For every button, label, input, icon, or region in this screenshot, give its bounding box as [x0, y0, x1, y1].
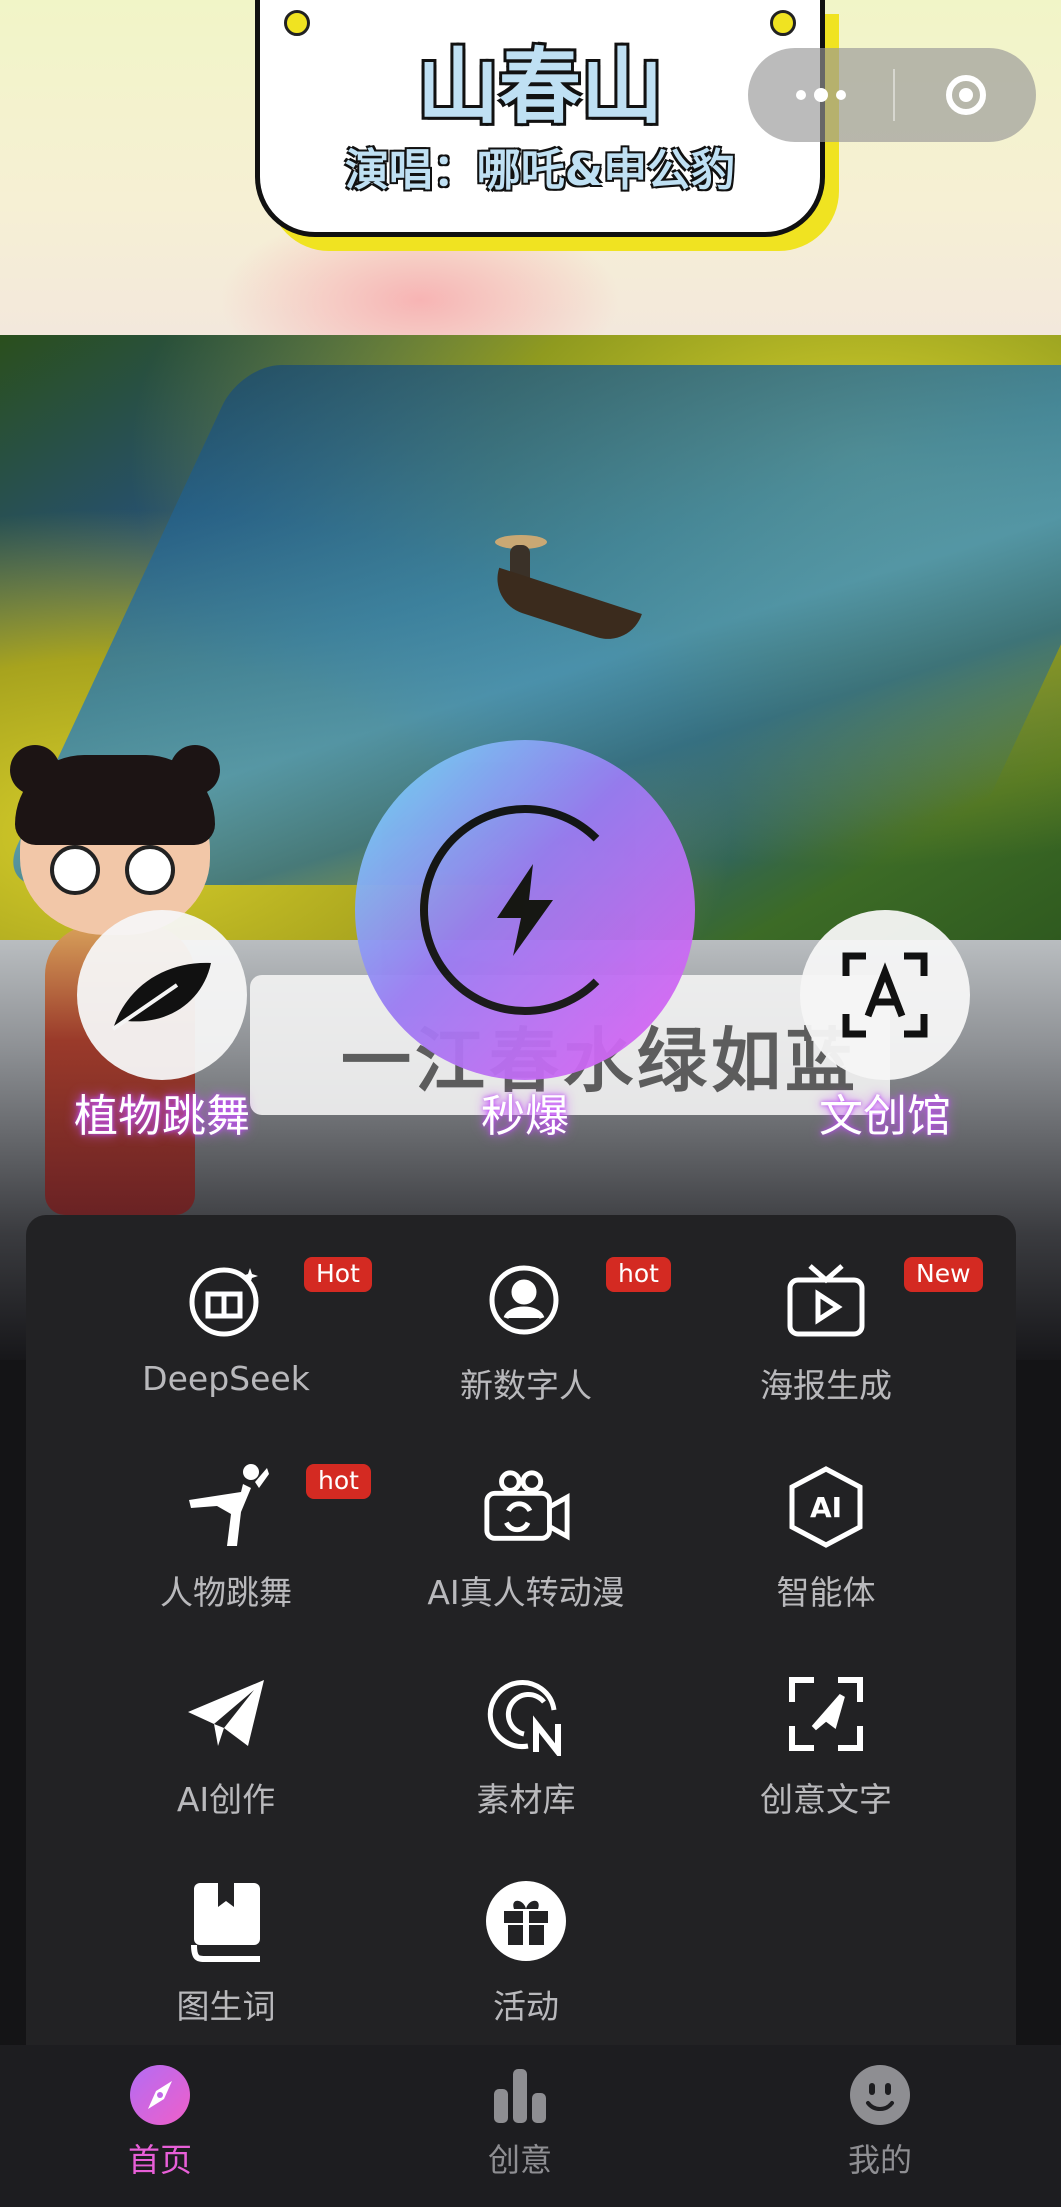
bottom-tab-bar: 首页 创意 我的	[0, 2045, 1061, 2207]
tab-label: 创意	[487, 2141, 552, 2179]
feature-panel: DeepSeek Hot 新数字人 hot 海报生成 New 人物跳舞 hot …	[26, 1215, 1016, 2045]
target-circle-icon	[945, 75, 986, 115]
feature-digital-human[interactable]: 新数字人 hot	[376, 1215, 676, 1415]
tab-mine[interactable]: 我的	[780, 2063, 980, 2181]
feature-label: 人物跳舞	[160, 1573, 292, 1612]
feature-events[interactable]: 活动	[376, 1836, 676, 2036]
feature-character-dance[interactable]: 人物跳舞 hot	[76, 1422, 376, 1622]
feature-label: 活动	[493, 1987, 559, 2026]
quick-action-label: 文创馆	[819, 1091, 951, 1142]
smiley-icon	[848, 2063, 912, 2127]
tab-label: 首页	[127, 2141, 192, 2179]
hot-badge: hot	[606, 1257, 671, 1292]
paper-plane-icon	[181, 1669, 271, 1759]
bar-chart-icon	[488, 2063, 552, 2127]
feature-ai-create[interactable]: AI创作	[76, 1629, 376, 1829]
quick-action-instant[interactable]: 秒爆	[405, 1080, 645, 1144]
feature-label: 海报生成	[760, 1366, 892, 1405]
digital-person-icon	[481, 1255, 571, 1345]
more-button[interactable]	[748, 48, 893, 142]
close-miniprogram-button[interactable]	[895, 48, 1036, 142]
dancer-icon	[181, 1462, 271, 1552]
feature-poster[interactable]: 海报生成 New	[676, 1215, 983, 1415]
book-sparkle-icon	[181, 1255, 271, 1345]
feature-real-to-anime[interactable]: AI真人转动漫	[376, 1422, 676, 1622]
library-n-icon	[481, 1669, 571, 1759]
text-scan-icon	[800, 910, 970, 1080]
hot-badge: Hot	[304, 1257, 372, 1292]
cursor-frame-icon	[781, 1669, 871, 1759]
feature-label: DeepSeek	[142, 1359, 310, 1398]
tab-creative[interactable]: 创意	[420, 2063, 620, 2181]
feature-label: AI真人转动漫	[427, 1573, 625, 1612]
tv-play-icon	[781, 1255, 871, 1345]
lightning-icon	[420, 805, 630, 1015]
song-singers: 演唱：哪吒&申公豹	[344, 145, 736, 196]
instant-boost-button[interactable]	[355, 740, 695, 1080]
feature-label: 素材库	[476, 1780, 576, 1819]
feature-label: 智能体	[776, 1573, 876, 1612]
quick-action-culture-hall[interactable]: 文创馆	[765, 910, 1005, 1144]
feature-label: 创意文字	[760, 1780, 892, 1819]
tab-home[interactable]: 首页	[60, 2063, 260, 2181]
hot-badge: hot	[306, 1464, 371, 1499]
compass-icon	[128, 2063, 192, 2127]
feature-deepseek[interactable]: DeepSeek Hot	[76, 1215, 376, 1415]
feature-label: 新数字人	[460, 1366, 592, 1405]
song-title: 山春山	[416, 40, 663, 135]
book-icon	[181, 1876, 271, 1966]
miniprogram-capsule	[748, 48, 1036, 142]
quick-action-label: 秒爆	[481, 1091, 569, 1142]
camera-convert-icon	[481, 1462, 571, 1552]
song-title-card: 山春山 演唱：哪吒&申公豹	[255, 0, 825, 237]
feature-image-to-words[interactable]: 图生词	[76, 1836, 376, 2036]
tab-label: 我的	[847, 2141, 912, 2179]
feature-label: 图生词	[176, 1987, 276, 2026]
svg-text:AI: AI	[810, 1491, 842, 1524]
new-badge: New	[904, 1257, 983, 1292]
feature-agent[interactable]: AI 智能体	[676, 1422, 976, 1622]
feature-material-library[interactable]: 素材库	[376, 1629, 676, 1829]
leaf-icon	[77, 910, 247, 1080]
gift-icon	[481, 1876, 571, 1966]
quick-action-label: 植物跳舞	[74, 1091, 250, 1142]
feature-label: AI创作	[176, 1780, 276, 1819]
ai-hexagon-icon: AI	[781, 1462, 871, 1552]
more-dots-icon	[795, 88, 846, 102]
feature-creative-text[interactable]: 创意文字	[676, 1629, 976, 1829]
quick-action-plant-dance[interactable]: 植物跳舞	[42, 910, 282, 1144]
